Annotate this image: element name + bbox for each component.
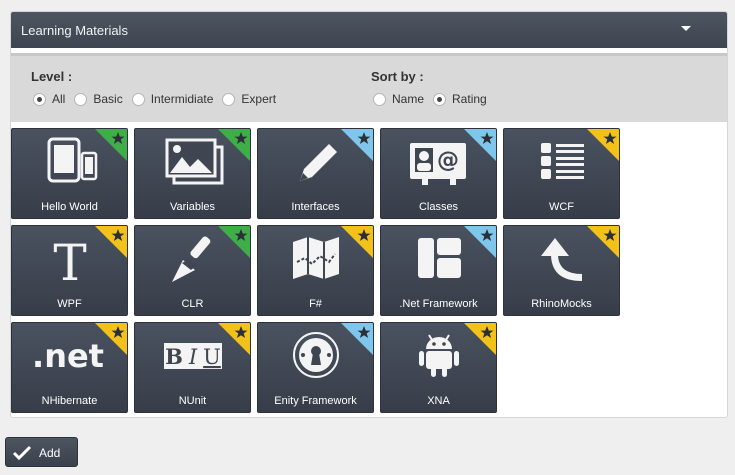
tile-rhinomocks[interactable]: RhinoMocks [503,225,620,316]
level-option-expert[interactable]: Expert [222,92,276,106]
tile-wpf[interactable]: T WPF [11,225,128,316]
radio-button[interactable] [131,92,145,106]
svg-text:@: @ [437,148,459,173]
tile-label: XNA [427,395,450,407]
level-label: Level : [31,69,73,84]
level-options: All Basic Intermidiate Expert [33,92,285,106]
radio-button[interactable] [373,92,386,106]
level-option-all[interactable]: All [33,92,65,106]
learning-materials-panel: Learning Materials Level : All Basic Inter… [10,11,728,418]
tile-label: Variables [169,201,216,213]
tile-net-framework[interactable]: .Net Framework [380,225,497,316]
gold-star-badge-icon [218,323,250,355]
gold-star-badge-icon [464,323,496,355]
svg-text:I: I [188,345,198,369]
green-star-badge-icon [95,129,127,161]
tile-classes[interactable]: @ Classes [380,128,497,219]
radio-button[interactable] [33,92,46,106]
tile-variables[interactable]: Variables [134,128,251,219]
add-button[interactable]: Add [5,437,78,467]
radio-button[interactable] [433,92,447,106]
blue-star-badge-icon [341,129,373,161]
tile-label: .Net Framework [399,298,478,310]
radio-label: Expert [241,92,277,106]
radio-label: Intermidiate [150,92,214,106]
radio-button[interactable] [222,92,236,106]
tile-label: RhinoMocks [531,298,592,310]
tile-label: F# [309,298,322,310]
gold-star-badge-icon [587,226,619,258]
tile-nhibernate[interactable]: .net NHibernate [11,322,128,413]
panel-header: Learning Materials [11,12,727,48]
panel-title: Learning Materials [21,23,128,38]
tile-label: NHibernate [41,395,98,407]
green-star-badge-icon [218,129,250,161]
radio-label: All [52,92,66,106]
blue-star-badge-icon [464,226,496,258]
tile-interfaces[interactable]: Interfaces [257,128,374,219]
green-star-badge-icon [218,226,250,258]
tile-label: Enity Framework [274,395,357,407]
tile-label: Classes [418,201,459,213]
tile-wcf[interactable]: WCF [503,128,620,219]
level-filter: Level : All Basic Intermidiate Expert [31,69,276,106]
gold-star-badge-icon [341,226,373,258]
tile-label: CLR [181,298,204,310]
gold-star-badge-icon [95,323,127,355]
sort-option-name[interactable]: Name [373,92,424,106]
tile-enity-framework[interactable]: Enity Framework [257,322,374,413]
svg-text:.net: .net [35,337,104,375]
radio-label: Rating [452,92,487,106]
tile-label: Hello World [41,201,98,213]
tile-f[interactable]: F# [257,225,374,316]
tile-label: WPF [57,298,82,310]
radio-button[interactable] [74,92,88,106]
radio-label: Name [392,92,425,106]
collapse-button[interactable] [676,20,696,38]
gold-star-badge-icon [587,129,619,161]
level-option-intermidiate[interactable]: Intermidiate [131,92,214,106]
tile-clr[interactable]: CLR [134,225,251,316]
tile-xna[interactable]: XNA [380,322,497,413]
tile-label: NUnit [178,395,207,407]
tile-label: Interfaces [291,201,340,213]
level-option-basic[interactable]: Basic [74,92,123,106]
blue-star-badge-icon [464,129,496,161]
sort-options: Name Rating [373,92,496,106]
svg-text:B: B [165,344,183,369]
gold-star-badge-icon [95,226,127,258]
sort-option-rating[interactable]: Rating [433,92,487,106]
sort-label: Sort by : [371,69,424,84]
blue-star-badge-icon [341,323,373,355]
sort-filter: Sort by : Name Rating [371,69,487,106]
tile-label: WCF [548,201,575,213]
add-button-label: Add [39,446,61,460]
tile-nunit[interactable]: B I U NUnit [134,322,251,413]
tile-hello-world[interactable]: Hello World [11,128,128,219]
checkmark-icon [12,445,32,461]
svg-text:T: T [53,234,86,284]
filter-bar: Level : All Basic Intermidiate Expert Sort … [11,53,727,122]
radio-label: Basic [93,92,123,106]
caret-down-icon [681,26,691,31]
